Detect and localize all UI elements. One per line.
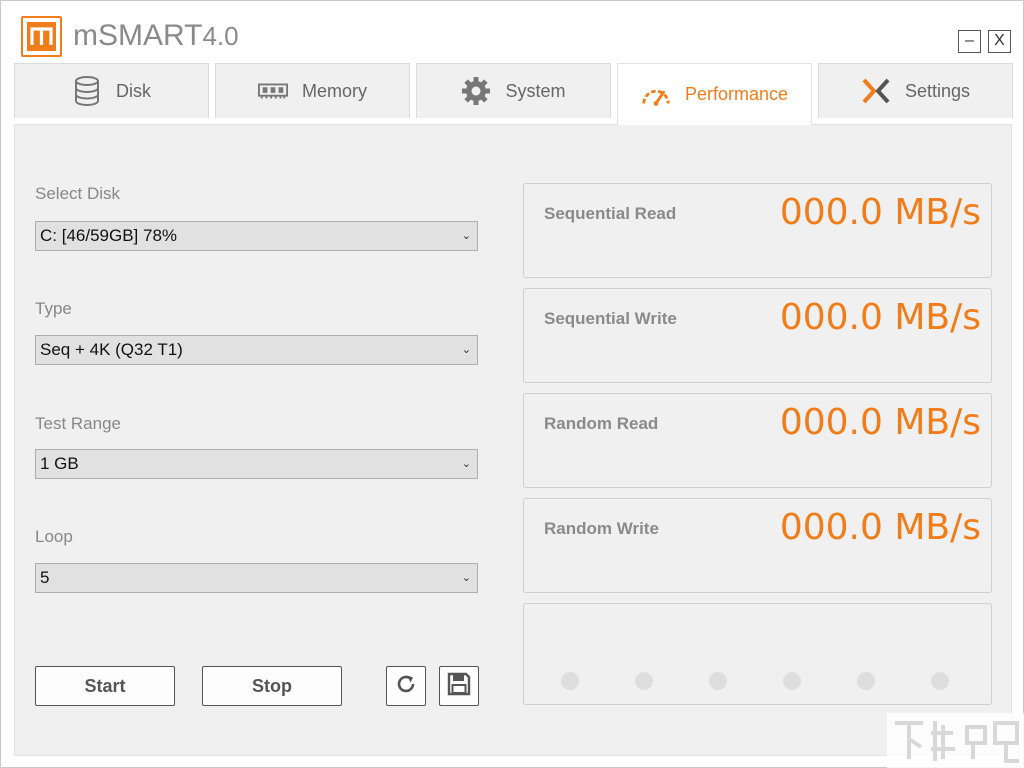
logo-mark [27, 22, 56, 51]
random-write-card: Random Write 000.0 MB/s [523, 498, 992, 593]
loop-value: 5 [40, 568, 50, 587]
performance-panel: Select Disk C: [46/59GB] 78% ⌄ Type Seq … [14, 124, 1012, 756]
result-value: 000.0 MB/s [779, 507, 981, 548]
tab-system[interactable]: System [416, 63, 611, 118]
type-label: Type [35, 299, 72, 318]
type-dropdown[interactable]: Seq + 4K (Q32 T1) ⌄ [35, 335, 478, 365]
tab-settings[interactable]: Settings [818, 63, 1013, 118]
result-value: 000.0 MB/s [779, 297, 981, 338]
select-disk-label: Select Disk [35, 184, 121, 203]
result-value: 000.0 MB/s [779, 192, 981, 233]
test-range-label: Test Range [35, 414, 121, 433]
app-title: mSMART4.0 [73, 19, 239, 52]
start-button[interactable]: Start [35, 666, 175, 706]
loop-label: Loop [35, 527, 73, 546]
result-value: 000.0 MB/s [779, 402, 981, 443]
progress-dot [783, 672, 801, 690]
progress-dot [561, 672, 579, 690]
tools-icon [861, 76, 891, 106]
progress-dot [635, 672, 653, 690]
memory-chip-icon [257, 76, 288, 106]
app-window: mSMART4.0 – X Disk Memory System Perform… [0, 0, 1024, 768]
select-disk-value: C: [46/59GB] 78% [40, 226, 178, 245]
tab-performance[interactable]: Performance [617, 63, 812, 125]
tab-label: Performance [684, 84, 789, 104]
result-label: Random Read [544, 414, 659, 433]
app-logo [21, 16, 62, 57]
random-read-card: Random Read 000.0 MB/s [523, 393, 992, 488]
close-button[interactable]: X [988, 30, 1011, 53]
progress-dot [931, 672, 949, 690]
tab-label: System [505, 80, 566, 101]
database-icon [72, 76, 102, 106]
minimize-button[interactable]: – [958, 30, 981, 53]
tab-memory[interactable]: Memory [215, 63, 410, 118]
progress-dot [857, 672, 875, 690]
tab-label: Disk [116, 80, 151, 101]
tab-label: Settings [904, 80, 971, 101]
progress-indicator [523, 603, 992, 705]
sequential-write-card: Sequential Write 000.0 MB/s [523, 288, 992, 383]
gear-icon [461, 76, 491, 106]
test-range-value: 1 GB [40, 454, 79, 473]
tab-disk[interactable]: Disk [14, 63, 209, 118]
refresh-button[interactable] [386, 666, 426, 706]
progress-dot [709, 672, 727, 690]
chevron-down-icon: ⌄ [461, 344, 471, 356]
result-label: Sequential Read [544, 204, 677, 223]
floppy-disk-icon [447, 672, 471, 701]
stop-button[interactable]: Stop [202, 666, 342, 706]
save-button[interactable] [439, 666, 479, 706]
refresh-icon [395, 673, 417, 700]
sequential-read-card: Sequential Read 000.0 MB/s [523, 183, 992, 278]
result-label: Sequential Write [544, 309, 677, 328]
chevron-down-icon: ⌄ [461, 458, 471, 470]
chevron-down-icon: ⌄ [461, 572, 471, 584]
speedometer-icon [641, 80, 671, 110]
watermark-logo [887, 713, 1024, 768]
select-disk-dropdown[interactable]: C: [46/59GB] 78% ⌄ [35, 221, 478, 251]
type-value: Seq + 4K (Q32 T1) [40, 340, 183, 359]
tab-label: Memory [301, 80, 367, 101]
result-label: Random Write [544, 519, 659, 538]
chevron-down-icon: ⌄ [461, 230, 471, 242]
test-range-dropdown[interactable]: 1 GB ⌄ [35, 449, 478, 479]
loop-dropdown[interactable]: 5 ⌄ [35, 563, 478, 593]
